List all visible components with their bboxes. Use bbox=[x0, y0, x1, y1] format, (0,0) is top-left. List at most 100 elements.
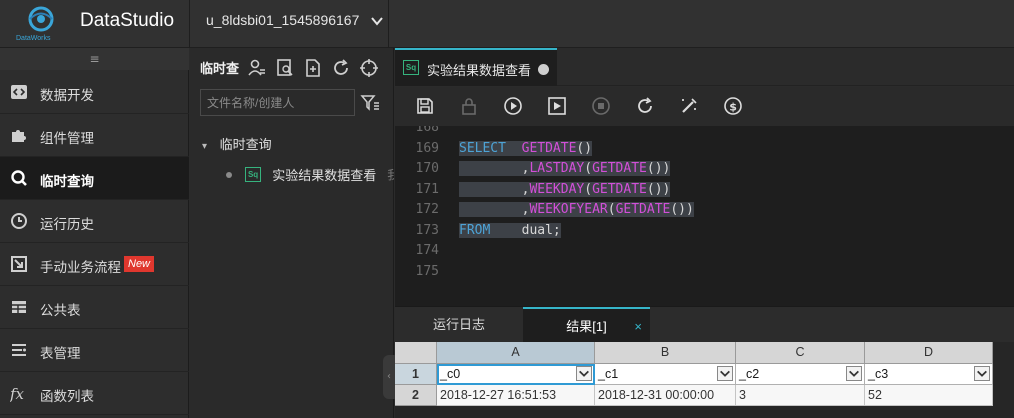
search-input[interactable] bbox=[200, 89, 355, 116]
sidebar-item-label: 函数列表 bbox=[40, 389, 94, 404]
column-letter[interactable]: D bbox=[865, 342, 993, 364]
sidebar-item-function-list[interactable]: fx 函数列表 bbox=[0, 372, 189, 415]
column-letter[interactable]: C bbox=[736, 342, 865, 364]
reload-icon[interactable] bbox=[635, 96, 655, 116]
tab-result-1[interactable]: 结果[1] × bbox=[523, 307, 650, 343]
run-with-params-icon[interactable] bbox=[547, 96, 567, 116]
chevron-down-icon[interactable] bbox=[370, 14, 384, 28]
code-line[interactable]: FROM dual; bbox=[459, 222, 561, 238]
stop-icon[interactable] bbox=[591, 96, 611, 116]
editor-tab[interactable]: Sq 实验结果数据查看 bbox=[395, 48, 557, 86]
tab-run-log[interactable]: 运行日志 bbox=[395, 307, 523, 343]
lock-icon[interactable] bbox=[459, 96, 479, 116]
tree-folder[interactable]: ▾ 临时查询 bbox=[202, 134, 272, 153]
chevron-down-icon[interactable]: ▾ bbox=[202, 141, 216, 152]
tree-file-item[interactable]: Sq 实验结果数据查看 我锁 bbox=[226, 164, 394, 184]
sidebar-item-public-tables[interactable]: 公共表 bbox=[0, 286, 189, 329]
chevron-down-icon[interactable] bbox=[974, 366, 990, 381]
result-tab-bar: 运行日志 结果[1] × bbox=[395, 306, 1014, 343]
sidebar-item-component-management[interactable]: 组件管理 bbox=[0, 114, 189, 157]
selected-text: ,WEEKDAY(GETDATE()) bbox=[459, 181, 671, 197]
sql-token: ( bbox=[584, 181, 593, 197]
column-name-cell[interactable]: _c3 bbox=[865, 364, 993, 385]
code-line[interactable]: ,WEEKDAY(GETDATE()) bbox=[459, 181, 671, 197]
format-icon[interactable] bbox=[679, 96, 699, 116]
column-letter[interactable]: B bbox=[595, 342, 736, 364]
save-icon[interactable] bbox=[415, 96, 435, 116]
svg-text:$: $ bbox=[729, 100, 737, 113]
folder-label: 临时查询 bbox=[219, 137, 272, 152]
sidebar-item-run-history[interactable]: 运行历史 bbox=[0, 200, 189, 243]
chevron-down-icon[interactable] bbox=[717, 366, 733, 381]
new-file-icon[interactable] bbox=[303, 58, 323, 78]
selected-text: ,WEEKOFYEAR(GETDATE()) bbox=[459, 202, 694, 217]
sql-function: WEEKDAY bbox=[529, 181, 585, 197]
refresh-icon[interactable] bbox=[331, 58, 351, 78]
divider bbox=[388, 0, 389, 48]
line-number: 168 bbox=[415, 126, 439, 135]
close-icon[interactable]: × bbox=[634, 309, 642, 345]
column-letter[interactable]: A bbox=[437, 342, 595, 364]
user-filter-icon[interactable] bbox=[247, 58, 267, 78]
left-nav: ≡ 数据开发 组件管理 临时查询 运行历史 手动业务流程 New 公共表 表管理… bbox=[0, 48, 189, 418]
result-grid: A B C D 1 _c0 _c1 _c2 _c3 2 2018-12-27 1… bbox=[395, 342, 1014, 418]
line-number: 174 bbox=[415, 243, 439, 258]
sql-editor[interactable]: 168 169 SELECT GETDATE() 170 ,LASTDAY(GETDA… bbox=[395, 126, 1014, 306]
sql-token: ( bbox=[584, 161, 593, 176]
crosshair-icon[interactable] bbox=[359, 58, 379, 78]
line-number: 170 bbox=[415, 161, 439, 176]
line-number: 173 bbox=[415, 222, 439, 238]
table-cell[interactable]: 52 bbox=[865, 385, 993, 406]
code-line[interactable]: SELECT GETDATE() bbox=[459, 140, 593, 156]
sidebar-item-label: 组件管理 bbox=[40, 131, 94, 146]
file-panel: 临时查 ▾ 临时查询 bbox=[190, 48, 394, 418]
clock-icon bbox=[11, 213, 27, 229]
chevron-down-icon[interactable] bbox=[846, 366, 862, 381]
column-name: _c3 bbox=[868, 367, 889, 381]
app-title: DataStudio bbox=[80, 10, 175, 31]
row-number[interactable]: 1 bbox=[395, 364, 437, 385]
sidebar-item-table-management[interactable]: 表管理 bbox=[0, 329, 189, 372]
tab-label: 实验结果数据查看 bbox=[427, 63, 532, 78]
new-badge: New bbox=[124, 256, 155, 272]
column-name: _c2 bbox=[739, 367, 760, 381]
table-cell[interactable]: 3 bbox=[736, 385, 865, 406]
column-name-cell[interactable]: _c0 bbox=[437, 364, 595, 385]
hamburger-icon[interactable]: ≡ bbox=[0, 48, 189, 70]
table-cell[interactable]: 2018-12-27 16:51:53 bbox=[437, 385, 595, 406]
chevron-down-icon[interactable] bbox=[576, 366, 592, 381]
sidebar-item-label: 手动业务流程 bbox=[40, 260, 121, 275]
sidebar-item-manual-workflow[interactable]: 手动业务流程 New bbox=[0, 243, 189, 286]
run-icon[interactable] bbox=[503, 96, 523, 116]
logo-text: DataWorks bbox=[16, 35, 51, 42]
dataworks-logo[interactable]: DataWorks bbox=[14, 4, 66, 44]
divider bbox=[189, 0, 190, 48]
sidebar-item-adhoc-query[interactable]: 临时查询 bbox=[0, 157, 189, 200]
column-name-cell[interactable]: _c1 bbox=[595, 364, 736, 385]
unsaved-dot-icon[interactable] bbox=[538, 64, 549, 75]
file-name: 实验结果数据查看 bbox=[272, 168, 377, 183]
sidebar-item-label: 数据开发 bbox=[40, 88, 94, 103]
collapse-panel-handle[interactable]: ‹ bbox=[383, 355, 395, 399]
project-selector[interactable]: u_8ldsbi01_1545896167 bbox=[206, 12, 359, 28]
table-cell[interactable]: 2018-12-31 00:00:00 bbox=[595, 385, 736, 406]
filter-icon[interactable] bbox=[360, 93, 380, 113]
panel-title: 临时查 bbox=[200, 61, 240, 76]
sidebar-item-data-development[interactable]: 数据开发 bbox=[0, 71, 189, 114]
sql-function: GETDATE bbox=[521, 140, 577, 156]
locate-file-icon[interactable] bbox=[275, 58, 295, 78]
cost-estimate-icon[interactable]: $ bbox=[723, 96, 743, 116]
line-number: 169 bbox=[415, 140, 439, 156]
row-number[interactable]: 2 bbox=[395, 385, 437, 406]
selected-text: ,LASTDAY(GETDATE()) bbox=[459, 161, 671, 176]
editor-tab-bar: Sq 实验结果数据查看 bbox=[395, 48, 1014, 86]
code-line[interactable]: ,WEEKOFYEAR(GETDATE()) bbox=[459, 202, 694, 217]
column-name-cell[interactable]: _c2 bbox=[736, 364, 865, 385]
manual-flow-icon bbox=[11, 256, 27, 272]
sql-token: () bbox=[576, 140, 593, 156]
search-icon bbox=[11, 170, 27, 186]
selected-text: SELECT GETDATE() bbox=[459, 140, 593, 156]
editor-toolbar: $ bbox=[395, 87, 1014, 126]
code-icon bbox=[11, 85, 27, 99]
code-line[interactable]: ,LASTDAY(GETDATE()) bbox=[459, 161, 671, 176]
